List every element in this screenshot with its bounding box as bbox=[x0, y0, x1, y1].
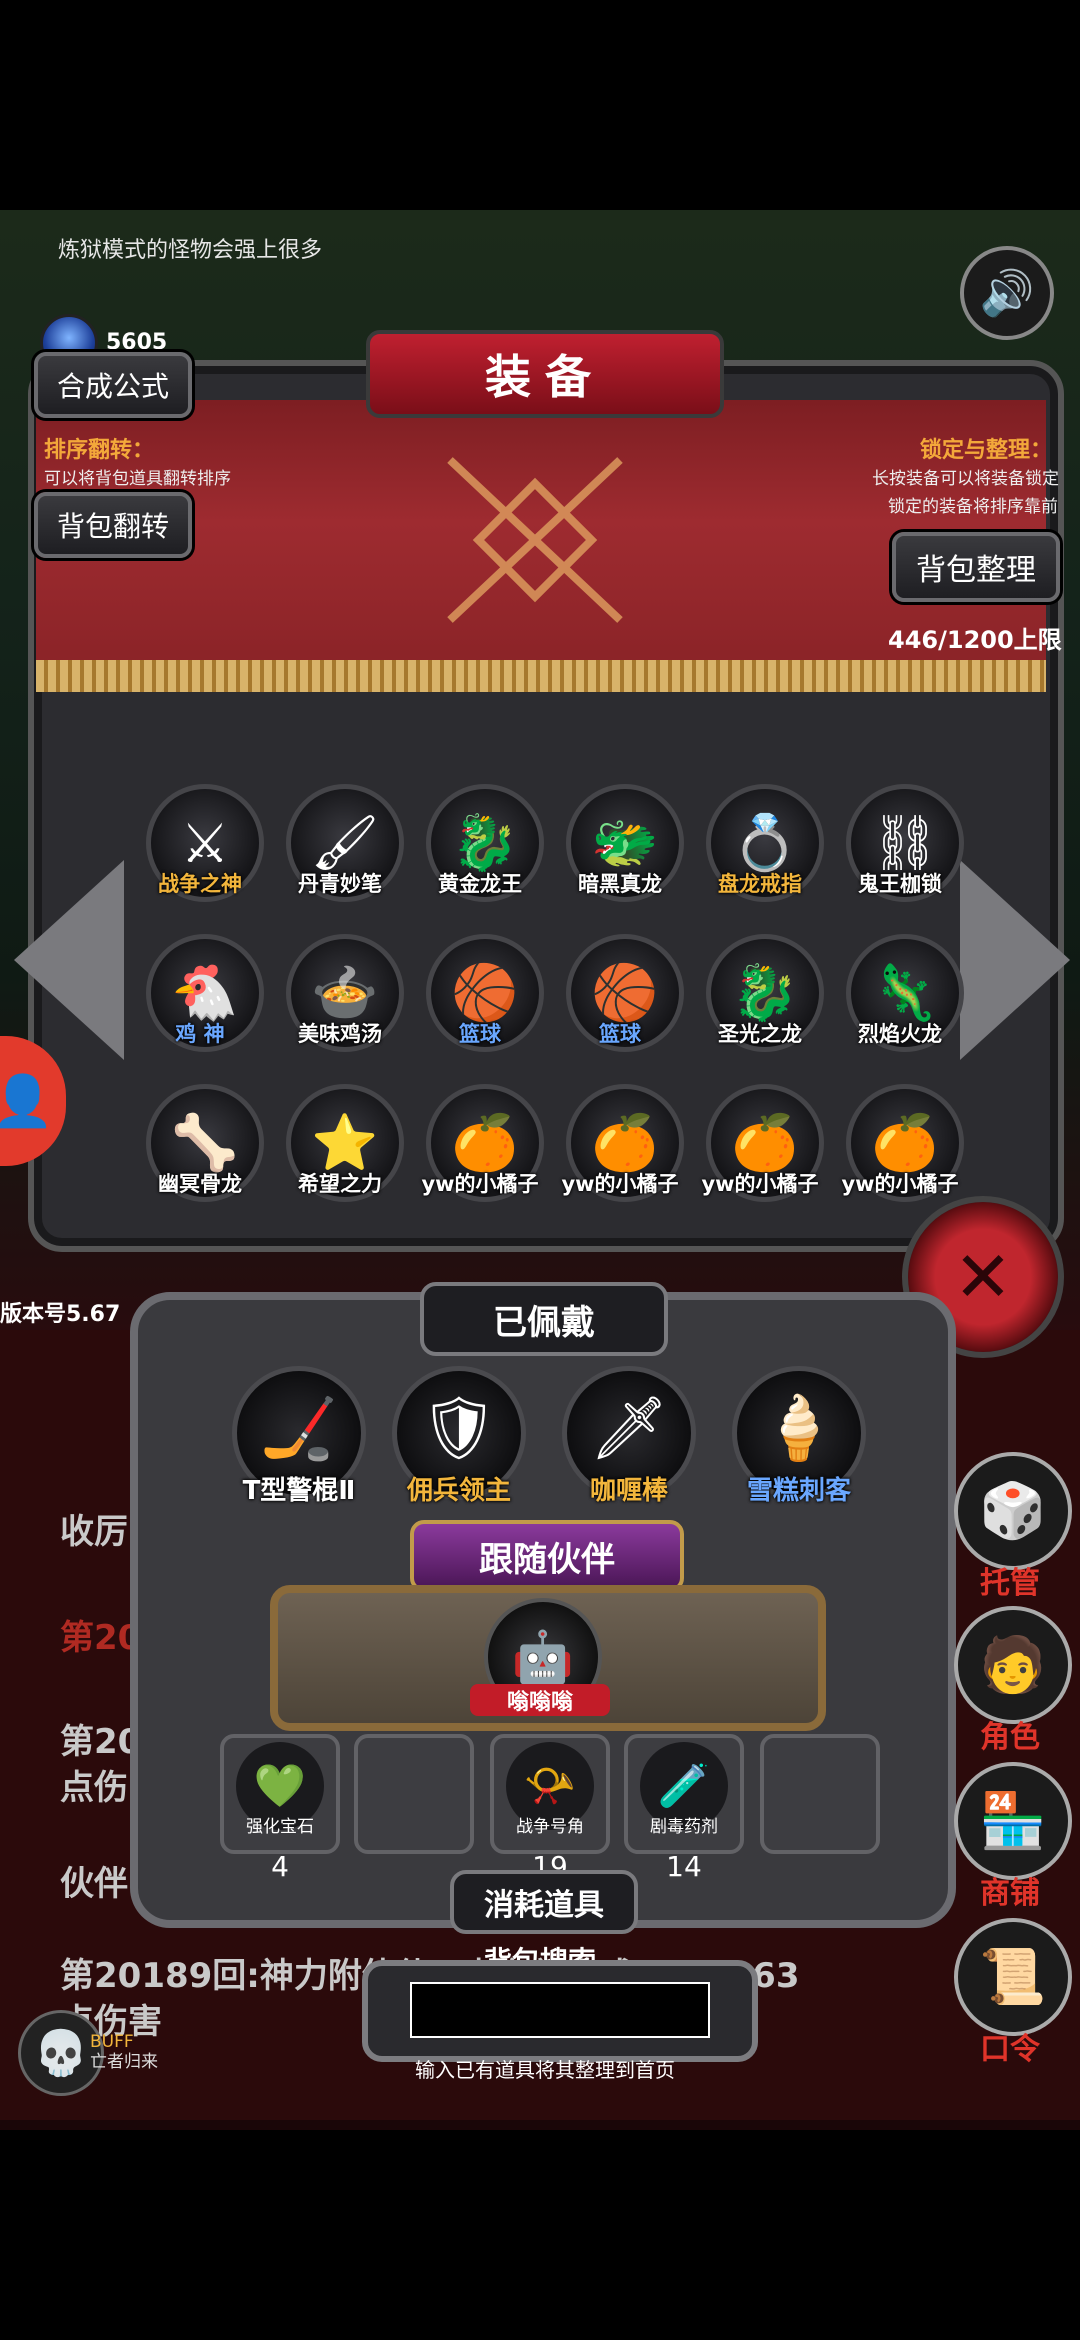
log-line: 点伤 bbox=[60, 1768, 128, 1808]
inventory-item[interactable]: 🍊 yw的小橘子 bbox=[700, 1084, 824, 1224]
item-label: yw的小橘子 bbox=[421, 1172, 539, 1196]
sound-toggle-button[interactable]: 🔊 bbox=[960, 246, 1054, 340]
flip-info-desc: 可以将背包道具翻转排序 bbox=[44, 469, 231, 489]
inventory-item[interactable]: 🦴 幽冥骨龙 bbox=[140, 1084, 264, 1224]
side-nav-label: 角色 bbox=[980, 1720, 1040, 1755]
prev-page-arrow-icon[interactable] bbox=[14, 860, 124, 1060]
equipped-item[interactable]: 🍦 雪糕刺客 bbox=[732, 1366, 866, 1506]
inventory-item[interactable]: 🐉 黄金龙王 bbox=[420, 784, 544, 924]
equipped-label: 咖喱棒 bbox=[589, 1476, 668, 1506]
item-label: 篮球 bbox=[459, 1022, 501, 1046]
inventory-item[interactable]: 🐲 暗黑真龙 bbox=[560, 784, 684, 924]
equipped-item[interactable]: 🏒 T型警棍Ⅱ bbox=[232, 1366, 366, 1506]
buff-name: 亡者归来 bbox=[90, 2052, 158, 2072]
item-label: yw的小橘子 bbox=[701, 1172, 819, 1196]
lock-info-desc: 长按装备可以将装备锁定 bbox=[872, 469, 1059, 489]
side-nav-icon: 📜 bbox=[954, 1918, 1072, 2036]
buff-label: BUFF 亡者归来 bbox=[90, 2032, 158, 2072]
log-line: 收厉 bbox=[60, 1512, 128, 1552]
side-nav-item[interactable]: 📜 口令 bbox=[948, 1918, 1072, 2068]
crossed-swords-emblem-icon bbox=[447, 457, 623, 623]
inventory-item[interactable]: 💍 盘龙戒指 bbox=[700, 784, 824, 924]
person-icon: 👤 bbox=[0, 1071, 55, 1130]
consumable-count: 4 bbox=[271, 1850, 289, 1883]
item-label: yw的小橘子 bbox=[841, 1172, 959, 1196]
item-label: 丹青妙笔 bbox=[298, 872, 382, 896]
side-nav-icon: 🧑 bbox=[954, 1606, 1072, 1724]
equipped-item[interactable]: 🗡 咖喱棒 bbox=[562, 1366, 696, 1506]
consumable-slot[interactable]: 📯 战争号角 19 bbox=[490, 1734, 610, 1883]
consumable-slot[interactable]: 💚 强化宝石 4 bbox=[220, 1734, 340, 1883]
item-label: 烈焰火龙 bbox=[858, 1022, 942, 1046]
side-nav-label: 托管 bbox=[980, 1566, 1040, 1601]
consumable-name: 剧毒药剂 bbox=[650, 1817, 718, 1837]
capacity-counter: 446/1200上限 bbox=[888, 626, 1062, 654]
item-label: 鬼王枷锁 bbox=[858, 872, 942, 896]
inventory-item[interactable]: 🖌 丹青妙笔 bbox=[280, 784, 404, 924]
equipped-label: 佣兵领主 bbox=[406, 1476, 511, 1506]
side-nav-item[interactable]: 🏪 商铺 bbox=[948, 1762, 1072, 1912]
flip-info-title: 排序翻转： bbox=[44, 438, 155, 463]
equipped-label: 雪糕刺客 bbox=[746, 1476, 851, 1506]
inventory-item[interactable]: 🍲 美味鸡汤 bbox=[280, 934, 404, 1074]
item-label: 暗黑真龙 bbox=[578, 872, 662, 896]
inventory-item[interactable]: ⛓ 鬼王枷锁 bbox=[840, 784, 964, 924]
side-nav-icon: 🎲 bbox=[954, 1452, 1072, 1570]
consumables-title: 消耗道具 bbox=[450, 1870, 638, 1934]
inventory-item[interactable]: 🏀 篮球 bbox=[560, 934, 684, 1074]
banner-fringe bbox=[36, 660, 1046, 692]
side-nav-item[interactable]: 🎲 托管 bbox=[948, 1452, 1072, 1602]
bag-sort-button[interactable]: 背包整理 bbox=[892, 532, 1060, 602]
item-label: 战争之神 bbox=[158, 872, 242, 896]
inventory-item[interactable]: 🐉 圣光之龙 bbox=[700, 934, 824, 1074]
inventory-item[interactable]: 🍊 yw的小橘子 bbox=[560, 1084, 684, 1224]
item-label: 盘龙戒指 bbox=[718, 872, 802, 896]
log-line: 伙伴 bbox=[60, 1864, 128, 1904]
inventory-item[interactable]: 🏀 篮球 bbox=[420, 934, 544, 1074]
item-label: 篮球 bbox=[599, 1022, 641, 1046]
item-label: 幽冥骨龙 bbox=[158, 1172, 242, 1196]
side-nav-item[interactable]: 🧑 角色 bbox=[948, 1606, 1072, 1756]
search-input[interactable] bbox=[410, 1982, 710, 2038]
companion-name: 嗡嗡嗡 bbox=[470, 1684, 610, 1716]
item-label: 鸡 神 bbox=[175, 1022, 225, 1046]
inventory-item[interactable]: 🍊 yw的小橘子 bbox=[420, 1084, 544, 1224]
version-label: 版本号5.67 bbox=[0, 1302, 121, 1327]
inventory-item[interactable]: ⚔ 战争之神 bbox=[140, 784, 264, 924]
consumable-slot[interactable] bbox=[354, 1734, 474, 1854]
inventory-item[interactable]: 🍊 yw的小橘子 bbox=[840, 1084, 964, 1224]
mode-hint: 炼狱模式的怪物会强上很多 bbox=[58, 238, 323, 263]
search-hint: 输入已有道具将其整理到首页 bbox=[415, 2058, 675, 2082]
consumable-slot[interactable] bbox=[760, 1734, 880, 1854]
consumable-slot[interactable]: 🧪 剧毒药剂 14 bbox=[624, 1734, 744, 1883]
item-label: yw的小橘子 bbox=[561, 1172, 679, 1196]
side-nav-label: 口令 bbox=[980, 2032, 1040, 2067]
equipped-title: 已佩戴 bbox=[420, 1282, 668, 1356]
item-label: 希望之力 bbox=[298, 1172, 382, 1196]
close-icon: ✕ bbox=[953, 1236, 1013, 1318]
consumable-name: 强化宝石 bbox=[246, 1817, 314, 1837]
inventory-item[interactable]: 🦎 烈焰火龙 bbox=[840, 934, 964, 1074]
speaker-icon: 🔊 bbox=[979, 268, 1035, 319]
item-label: 圣光之龙 bbox=[718, 1022, 802, 1046]
follow-partner-title: 跟随伙伴 bbox=[410, 1520, 684, 1592]
equipped-item[interactable]: 🛡 佣兵领主 bbox=[392, 1366, 526, 1506]
bag-flip-button[interactable]: 背包翻转 bbox=[34, 492, 192, 558]
item-label: 黄金龙王 bbox=[438, 872, 522, 896]
lock-info-desc: 锁定的装备将排序靠前 bbox=[888, 497, 1058, 517]
item-label: 美味鸡汤 bbox=[298, 1022, 382, 1046]
inventory-item[interactable]: ⭐ 希望之力 bbox=[280, 1084, 404, 1224]
page-title: 装备 bbox=[366, 330, 724, 418]
side-nav-icon: 🏪 bbox=[954, 1762, 1072, 1880]
synthesis-formula-button[interactable]: 合成公式 bbox=[34, 352, 192, 418]
inventory-item[interactable]: 🐔 鸡 神 bbox=[140, 934, 264, 1074]
buff-title: BUFF bbox=[90, 2032, 134, 2052]
lock-info-title: 锁定与整理： bbox=[920, 438, 1053, 463]
companion-icon: 🤖 bbox=[511, 1627, 575, 1686]
side-nav-label: 商铺 bbox=[980, 1876, 1040, 1911]
consumable-name: 战争号角 bbox=[516, 1817, 584, 1837]
